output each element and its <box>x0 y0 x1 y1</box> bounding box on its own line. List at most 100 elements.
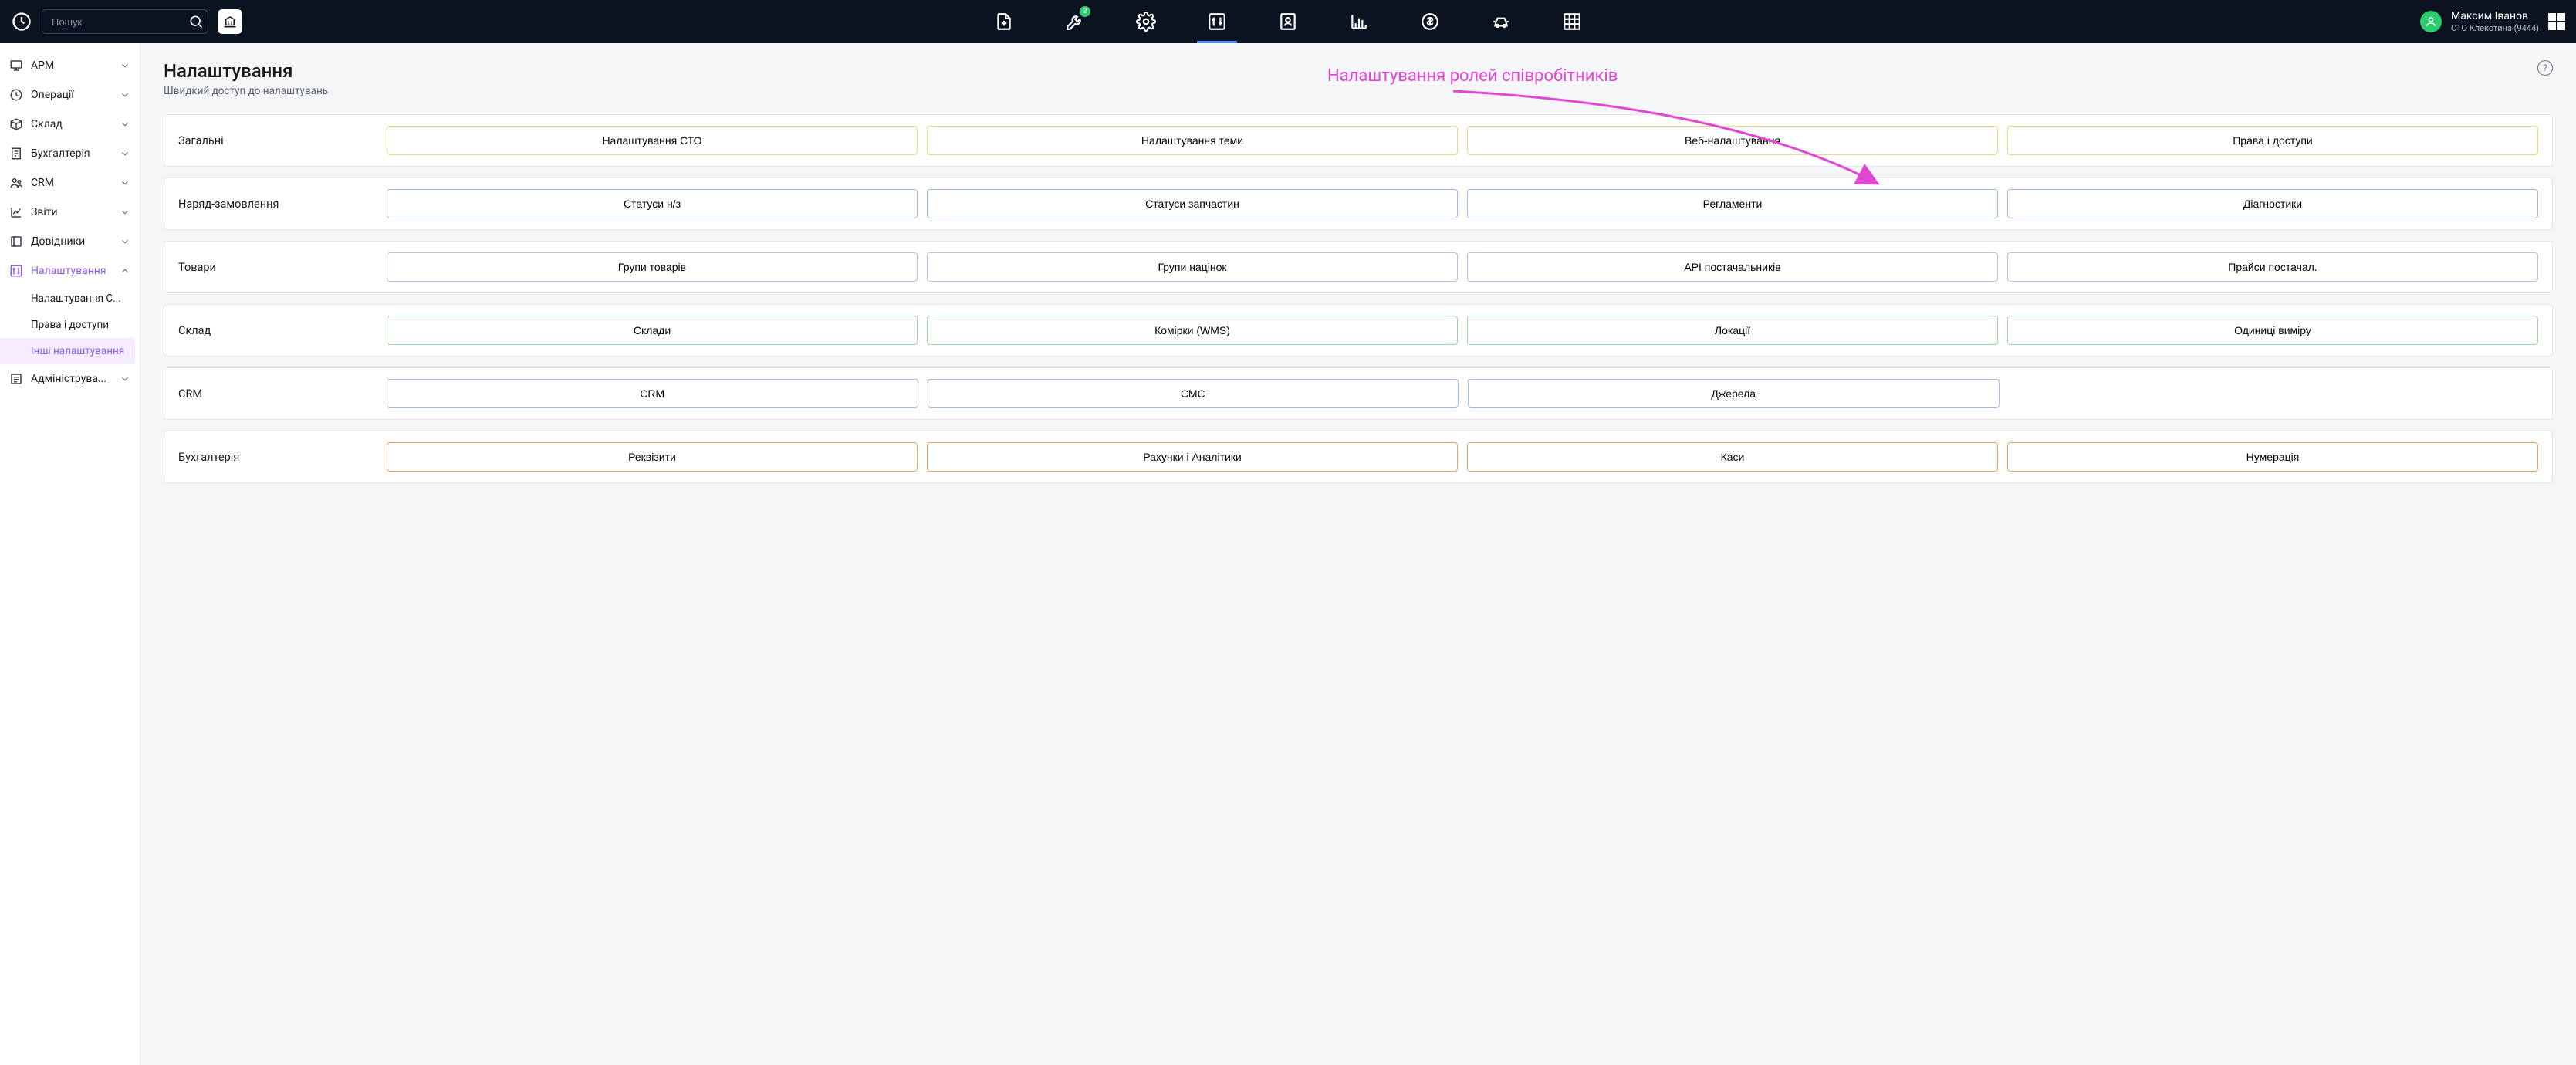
section-label: CRM <box>178 387 371 401</box>
settings-section: Товари Групи товарів Групи націнок API пост… <box>164 241 2553 293</box>
settings-section: Наряд-замовлення Статуси н/з Статуси запча… <box>164 178 2553 230</box>
contact-icon[interactable] <box>1271 5 1305 39</box>
sliders-icon[interactable] <box>1200 5 1234 39</box>
grid-icon[interactable] <box>1555 5 1589 39</box>
settings-tile[interactable]: Комірки (WMS) <box>927 316 1458 345</box>
chart-icon[interactable] <box>1342 5 1376 39</box>
sidebar-sub-rights[interactable]: Права і доступи <box>0 312 140 338</box>
sidebar-item-directories[interactable]: Довідники <box>0 227 140 256</box>
car-icon[interactable] <box>1484 5 1518 39</box>
tile-row: Статуси н/з Статуси запчастин Регламенти Ді… <box>387 189 2538 218</box>
settings-tile[interactable]: Групи націнок <box>927 252 1458 282</box>
settings-tile[interactable]: Джерела <box>1468 379 2000 408</box>
receipt-icon <box>9 147 23 161</box>
page-title: Налаштування <box>164 60 2553 82</box>
chevron-down-icon <box>120 119 130 130</box>
main: Налаштування Швидкий доступ до налаштува… <box>140 43 2576 1065</box>
settings-tile[interactable]: Права і доступи <box>2007 126 2538 155</box>
layout: АРМ Операції Склад Бухгалтерія CRM Звіти <box>0 43 2576 1065</box>
sidebar-item-settings[interactable]: Налаштування <box>0 256 140 286</box>
list-icon <box>9 372 23 386</box>
chevron-down-icon <box>120 207 130 218</box>
search-wrap <box>42 9 208 34</box>
new-doc-icon[interactable] <box>987 5 1021 39</box>
tile-row: Склади Комірки (WMS) Локації Одиниці виміру <box>387 316 2538 345</box>
sections-container: Загальні Налаштування СТО Налаштування тем… <box>164 114 2553 483</box>
wrench-icon[interactable]: 3 <box>1058 5 1092 39</box>
settings-tile[interactable]: Групи товарів <box>387 252 918 282</box>
tile-row: Реквізити Рахунки і Аналітики Каси Нумераці… <box>387 442 2538 472</box>
sidebar-item-label: Адмініструва... <box>31 373 106 385</box>
box-icon <box>9 117 23 131</box>
notification-badge: 3 <box>1080 6 1090 17</box>
settings-section: Склад Склади Комірки (WMS) Локації Одиниці в… <box>164 304 2553 357</box>
settings-tile[interactable]: Реквізити <box>387 442 918 472</box>
clock-icon <box>9 88 23 102</box>
settings-tile[interactable]: Статуси запчастин <box>927 189 1458 218</box>
sidebar-item-operations[interactable]: Операції <box>0 80 140 110</box>
user-name: Максим Іванов <box>2451 10 2528 23</box>
settings-tile[interactable]: Регламенти <box>1467 189 1998 218</box>
sidebar-sub-settings-sto[interactable]: Налаштування С... <box>0 286 140 312</box>
users-icon <box>9 176 23 190</box>
search-input[interactable] <box>42 9 208 34</box>
sidebar-item-label: Довідники <box>31 235 85 248</box>
sidebar-item-label: АРМ <box>31 59 54 72</box>
settings-tile[interactable]: Склади <box>387 316 918 345</box>
sidebar-item-label: Звіти <box>31 206 58 218</box>
settings-tile[interactable]: Рахунки і Аналітики <box>927 442 1458 472</box>
settings-tile[interactable]: СМС <box>928 379 1459 408</box>
settings-tile[interactable]: Налаштування СТО <box>387 126 918 155</box>
topbar-left <box>11 9 242 34</box>
section-label: Товари <box>178 261 371 274</box>
tile-row: Групи товарів Групи націнок API постачальн… <box>387 252 2538 282</box>
sidebar-item-accounting[interactable]: Бухгалтерія <box>0 139 140 168</box>
money-icon[interactable] <box>1413 5 1447 39</box>
chevron-down-icon <box>120 60 130 71</box>
settings-tile[interactable]: Каси <box>1467 442 1998 472</box>
sidebar-item-crm[interactable]: CRM <box>0 168 140 198</box>
sidebar-item-arm[interactable]: АРМ <box>0 51 140 80</box>
gear-icon[interactable] <box>1129 5 1163 39</box>
section-label: Склад <box>178 324 371 337</box>
settings-tile[interactable]: Нумерація <box>2007 442 2538 472</box>
section-label: Загальні <box>178 134 371 147</box>
monitor-icon <box>9 59 23 73</box>
tile-spacer <box>2009 379 2539 408</box>
user-block[interactable]: Максим Іванов СТО Клекотина (9444) <box>2451 10 2539 33</box>
settings-tile[interactable]: Налаштування теми <box>927 126 1458 155</box>
logo-icon <box>11 11 32 32</box>
settings-tile[interactable]: Прайси постачал. <box>2007 252 2538 282</box>
settings-tile[interactable]: Діагностики <box>2007 189 2538 218</box>
settings-tile[interactable]: Веб-налаштування <box>1467 126 1998 155</box>
sidebar-sub-other-settings[interactable]: Інші налаштування <box>0 338 135 364</box>
sidebar-item-label: Налаштування <box>31 265 106 277</box>
section-label: Наряд-замовлення <box>178 198 371 211</box>
sidebar-item-warehouse[interactable]: Склад <box>0 110 140 139</box>
settings-tile[interactable]: Локації <box>1467 316 1998 345</box>
page-subtitle: Швидкий доступ до налаштувань <box>164 85 2553 97</box>
topbar-center: 3 <box>987 5 1589 39</box>
chevron-down-icon <box>120 148 130 159</box>
chevron-down-icon <box>120 374 130 384</box>
settings-tile[interactable]: Одиниці виміру <box>2007 316 2538 345</box>
chevron-down-icon <box>120 236 130 247</box>
avatar[interactable] <box>2420 11 2442 32</box>
sidebar-item-admin[interactable]: Адмініструва... <box>0 364 140 394</box>
settings-tile[interactable]: Статуси н/з <box>387 189 918 218</box>
chevron-up-icon <box>120 265 130 276</box>
trend-icon <box>9 205 23 219</box>
sliders-icon <box>9 264 23 278</box>
search-icon[interactable] <box>188 14 204 29</box>
bank-button[interactable] <box>218 9 242 34</box>
help-icon[interactable]: ? <box>2537 60 2553 76</box>
settings-tile[interactable]: CRM <box>387 379 918 408</box>
sidebar-item-reports[interactable]: Звіти <box>0 198 140 227</box>
tile-row: Налаштування СТО Налаштування теми Веб-нал… <box>387 126 2538 155</box>
sidebar-item-label: Операції <box>31 89 74 101</box>
sidebar: АРМ Операції Склад Бухгалтерія CRM Звіти <box>0 43 140 1065</box>
sidebar-item-label: Бухгалтерія <box>31 147 90 160</box>
settings-tile[interactable]: API постачальників <box>1467 252 1998 282</box>
topbar: 3 Максим Іванов СТО Клекотина (9444 <box>0 0 2576 43</box>
apps-icon[interactable] <box>2548 13 2565 30</box>
